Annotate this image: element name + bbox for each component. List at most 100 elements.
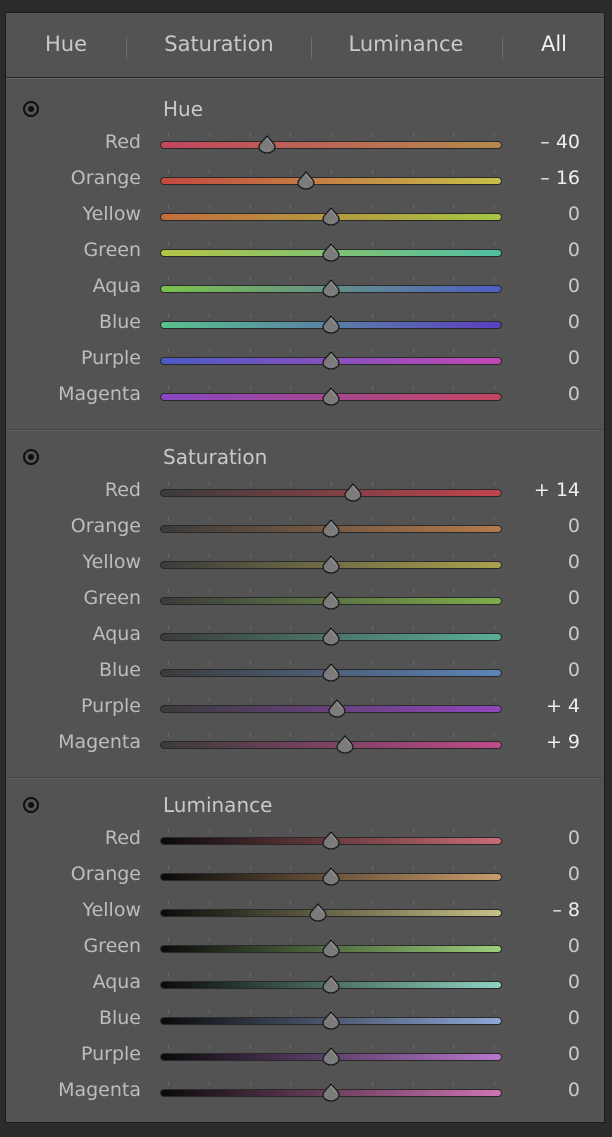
slider-tick — [494, 697, 495, 701]
slider-tick — [290, 205, 292, 209]
slider-value[interactable]: 0 — [568, 587, 580, 609]
slider-tick — [290, 481, 292, 485]
tab-all[interactable]: All — [539, 32, 569, 56]
tab-separator — [502, 37, 503, 59]
slider-tick — [412, 733, 414, 737]
slider-label: Orange — [70, 515, 141, 537]
slider-tick — [290, 937, 292, 941]
slider-value[interactable]: 0 — [568, 1007, 580, 1029]
slider-thumb-icon[interactable] — [321, 555, 341, 575]
slider-thumb-icon[interactable] — [321, 867, 341, 887]
slider-value[interactable]: 0 — [568, 275, 580, 297]
slider-value[interactable]: 0 — [568, 1079, 580, 1101]
slider-tick — [412, 169, 414, 173]
slider-thumb-icon[interactable] — [321, 1011, 341, 1031]
slider-tick — [494, 1081, 495, 1085]
slider-thumb-icon[interactable] — [327, 699, 347, 719]
slider-tick — [494, 553, 495, 557]
slider-value[interactable]: – 16 — [540, 167, 580, 189]
slider-tick — [249, 277, 251, 281]
tab-saturation[interactable]: Saturation — [162, 32, 276, 56]
slider-value[interactable]: 0 — [568, 551, 580, 573]
slider-value[interactable]: 0 — [568, 203, 580, 225]
slider-track[interactable] — [160, 141, 502, 149]
slider-value[interactable]: 0 — [568, 659, 580, 681]
slider-row-orange: Orange 0 — [6, 510, 604, 546]
target-adjust-icon[interactable] — [23, 101, 39, 117]
slider-tick — [494, 1009, 495, 1013]
slider-tick — [412, 313, 414, 317]
slider-tick — [249, 1081, 251, 1085]
slider-track[interactable] — [160, 909, 502, 917]
slider-value[interactable]: 0 — [568, 971, 580, 993]
slider-row-purple: Purple 0 — [6, 1038, 604, 1074]
slider-tick — [494, 829, 495, 833]
slider-tick — [290, 1009, 292, 1013]
slider-thumb-icon[interactable] — [321, 939, 341, 959]
slider-thumb-icon[interactable] — [321, 1083, 341, 1103]
slider-value[interactable]: – 8 — [552, 899, 580, 921]
slider-thumb-icon[interactable] — [321, 591, 341, 611]
slider-value[interactable]: + 9 — [546, 731, 580, 753]
slider-value[interactable]: 0 — [568, 827, 580, 849]
slider-thumb-icon[interactable] — [321, 831, 341, 851]
slider-thumb-icon[interactable] — [321, 387, 341, 407]
slider-tick — [412, 1081, 414, 1085]
slider-thumb-icon[interactable] — [321, 351, 341, 371]
slider-thumb-icon[interactable] — [335, 735, 355, 755]
slider-tick — [331, 481, 332, 485]
tab-luminance[interactable]: Luminance — [347, 32, 465, 56]
slider-thumb-icon[interactable] — [321, 627, 341, 647]
slider-value[interactable]: 0 — [568, 239, 580, 261]
slider-row-blue: Blue 0 — [6, 306, 604, 342]
slider-value[interactable]: 0 — [568, 863, 580, 885]
slider-value[interactable]: 0 — [568, 383, 580, 405]
slider-thumb-icon[interactable] — [321, 519, 341, 539]
target-adjust-icon[interactable] — [23, 797, 39, 813]
slider-thumb-icon[interactable] — [257, 135, 277, 155]
slider-value[interactable]: 0 — [568, 1043, 580, 1065]
hsl-panel: Hue Saturation Luminance All Hue Red – 40 O… — [5, 12, 605, 1123]
slider-thumb-icon[interactable] — [321, 279, 341, 299]
slider-thumb-icon[interactable] — [321, 207, 341, 227]
slider-thumb-icon[interactable] — [321, 975, 341, 995]
tab-hue[interactable]: Hue — [44, 32, 88, 56]
slider-tick — [371, 277, 373, 281]
target-adjust-icon[interactable] — [23, 449, 39, 465]
slider-row-red: Red – 40 — [6, 126, 604, 162]
slider-track[interactable] — [160, 489, 502, 497]
slider-track[interactable] — [160, 177, 502, 185]
slider-tick — [208, 169, 210, 173]
slider-value[interactable]: 0 — [568, 935, 580, 957]
slider-value[interactable]: 0 — [568, 347, 580, 369]
slider-value[interactable]: 0 — [568, 623, 580, 645]
slider-thumb-icon[interactable] — [343, 483, 363, 503]
slider-value[interactable]: + 14 — [534, 479, 580, 501]
slider-value[interactable]: + 4 — [546, 695, 580, 717]
slider-thumb-icon[interactable] — [321, 315, 341, 335]
slider-value[interactable]: – 40 — [540, 131, 580, 153]
slider-value[interactable]: 0 — [568, 515, 580, 537]
slider-tick — [494, 973, 495, 977]
slider-tick — [290, 901, 292, 905]
slider-tick — [208, 829, 210, 833]
slider-thumb-icon[interactable] — [321, 1047, 341, 1067]
slider-thumb-icon[interactable] — [321, 663, 341, 683]
slider-value[interactable]: 0 — [568, 311, 580, 333]
slider-tick — [208, 625, 210, 629]
slider-label: Yellow — [82, 203, 142, 225]
slider-tick — [290, 697, 292, 701]
slider-track[interactable] — [160, 741, 502, 749]
slider-thumb-icon[interactable] — [321, 243, 341, 263]
slider-thumb-icon[interactable] — [308, 903, 328, 923]
slider-tick — [371, 901, 373, 905]
slider-tick — [249, 901, 251, 905]
slider-thumb-icon[interactable] — [296, 171, 316, 191]
slider-tick — [371, 865, 373, 869]
slider-tick — [208, 553, 210, 557]
slider-tick — [453, 937, 455, 941]
slider-tick — [290, 517, 292, 521]
slider-tick — [168, 205, 169, 209]
slider-row-aqua: Aqua 0 — [6, 270, 604, 306]
slider-tick — [412, 697, 414, 701]
